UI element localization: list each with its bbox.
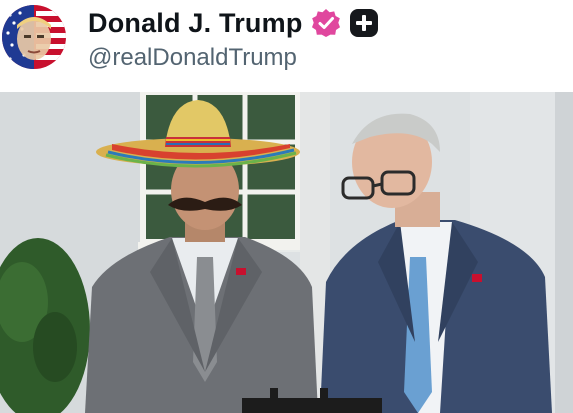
profile-avatar[interactable] — [2, 5, 66, 69]
verified-badge-icon — [311, 8, 341, 38]
post-header: Donald J. Trump @realDonaldTrump — [0, 0, 573, 92]
photo-illustration — [0, 92, 573, 413]
user-handle[interactable]: @realDonaldTrump — [88, 44, 297, 72]
plus-square-icon[interactable] — [349, 8, 379, 38]
display-name[interactable]: Donald J. Trump — [88, 8, 303, 39]
post-media-image[interactable] — [0, 92, 573, 413]
avatar-image — [2, 5, 66, 69]
name-row: Donald J. Trump — [88, 4, 379, 42]
